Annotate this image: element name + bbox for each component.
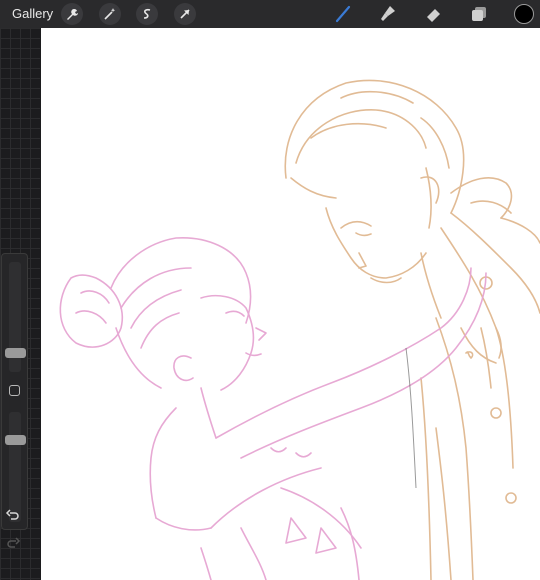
brush-size-slider[interactable]	[5, 348, 26, 358]
eraser-icon[interactable]	[424, 4, 444, 24]
color-picker-button[interactable]	[514, 4, 534, 24]
redo-icon[interactable]	[5, 536, 21, 552]
gallery-button[interactable]: Gallery	[12, 6, 53, 21]
opacity-track[interactable]	[9, 412, 21, 522]
slider-panel	[1, 253, 28, 530]
wrench-icon[interactable]	[61, 3, 83, 25]
brush-icon[interactable]	[333, 4, 353, 24]
top-toolbar: Gallery	[0, 0, 540, 28]
sketch-artwork	[59, 79, 540, 580]
selection-s-icon[interactable]	[136, 3, 158, 25]
layers-icon[interactable]	[469, 4, 489, 24]
transform-arrow-icon[interactable]	[174, 3, 196, 25]
square-modify-icon[interactable]	[9, 385, 20, 396]
opacity-slider[interactable]	[5, 435, 26, 445]
undo-icon[interactable]	[5, 508, 21, 524]
drawing-canvas[interactable]	[41, 28, 540, 580]
left-sidebar	[0, 28, 40, 580]
smudge-icon[interactable]	[378, 4, 398, 24]
magic-wand-icon[interactable]	[99, 3, 121, 25]
